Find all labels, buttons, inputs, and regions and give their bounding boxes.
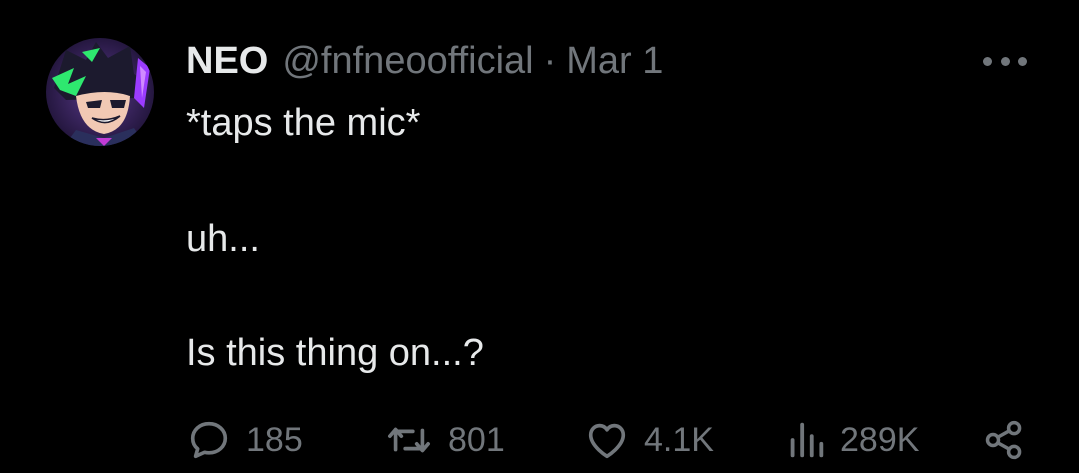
more-options-button[interactable] [983,54,1027,68]
share-icon [985,420,1022,460]
more-horizontal-icon [1018,56,1027,66]
bar-chart-icon [790,422,824,458]
retweet-button[interactable]: 801 [384,414,505,466]
tweet-actions-bar: 185 801 4.1K 289K [186,414,1036,466]
tweet-text-line: *taps the mic* [186,102,421,144]
retweet-count: 801 [448,420,505,459]
retweet-icon [388,427,430,453]
reply-bubble-icon [190,421,228,459]
like-button[interactable]: 4.1K [584,414,714,466]
author-handle[interactable]: @fnfneoofficial [282,36,533,86]
like-count: 4.1K [644,420,714,459]
tweet[interactable]: NEO @fnfneoofficial · Mar 1 *taps the mi… [0,0,1079,473]
more-horizontal-icon [1000,56,1010,66]
heart-icon [588,423,626,459]
header-separator: · [543,40,557,82]
tweet-text-line: Is this thing on...? [186,332,484,374]
tweet-text-line: uh... [186,218,260,260]
reply-button[interactable]: 185 [186,414,303,466]
reply-count: 185 [246,420,303,459]
tweet-header: NEO @fnfneoofficial · Mar 1 [186,36,663,86]
share-button[interactable] [982,414,1026,466]
author-name[interactable]: NEO [186,36,268,86]
author-avatar[interactable] [46,38,154,146]
more-horizontal-icon [983,56,992,66]
views-count: 289K [840,420,920,459]
avatar-illustration [46,38,154,146]
views-button[interactable]: 289K [786,414,919,466]
tweet-date[interactable]: Mar 1 [566,36,663,86]
